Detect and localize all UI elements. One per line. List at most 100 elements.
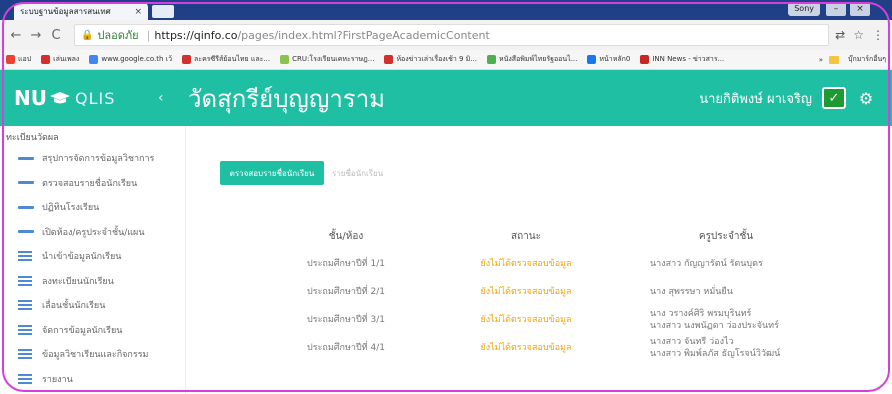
sidebar-item[interactable]: ลงทะเบียนนักเรียน: [0, 269, 185, 294]
bookmark-favicon-icon: [182, 55, 192, 64]
security-label: ปลอดภัย: [97, 29, 139, 42]
reload-icon[interactable]: C: [48, 28, 64, 43]
bookmark-label: เล่นเพลง: [53, 55, 80, 63]
bookmark-item[interactable]: www.google.co.th เว้: [89, 54, 172, 65]
sidebar-item-label: เลื่อนชั้นนักเรียน: [42, 301, 106, 312]
bookmarks-overflow: » บุ๊กมาร์กอื่นๆ: [819, 54, 886, 65]
browser-tab-strip: ระบบฐานข้อมูลสารสนเทศ × Sony – ×: [0, 0, 892, 20]
list-icon: [18, 373, 32, 384]
status-cell[interactable]: ยังไม่ได้ตรวจสอบข้อมูล: [446, 278, 606, 306]
bookmark-item[interactable]: หน้าหลัก0: [587, 54, 630, 65]
bookmark-list: แอป เล่นเพลง www.google.co.th เว้ ละครซีรีส…: [6, 54, 734, 65]
dash-icon: [18, 230, 34, 234]
user-name[interactable]: นายกิติพงษ์ ผาเจริญ: [699, 88, 812, 109]
bookmark-item[interactable]: แอป: [6, 54, 31, 65]
sidebar-section-title: ทะเบียนวัดผล: [6, 133, 59, 143]
tab-close-icon[interactable]: ×: [134, 7, 142, 17]
teacher-name: นางสาว นงพนัฏดา ว่องประจันทร์: [650, 321, 779, 331]
bookmark-favicon-icon: [280, 55, 290, 64]
teacher-cell: นางสาว จันทรี ว่องไว นางสาว พิมพ์ลภัส ธัญ…: [606, 334, 846, 362]
table-row[interactable]: ประถมศึกษาปีที่ 4/1 ยังไม่ได้ตรวจสอบข้อมู…: [246, 334, 846, 362]
bookmark-favicon-icon: [486, 55, 496, 64]
sidebar-item[interactable]: สรุปการจัดการข้อมูลวิชาการ: [0, 146, 185, 171]
bookmark-item[interactable]: เล่นเพลง: [41, 54, 79, 65]
class-cell: ประถมศึกษาปีที่ 3/1: [307, 315, 385, 325]
forward-arrow-icon[interactable]: →: [28, 28, 44, 43]
page-title: วัดสุกรีย์บุญญาราม: [188, 84, 385, 113]
sidebar-item[interactable]: ปฏิทินโรงเรียน: [0, 195, 185, 220]
bookmarks-more-icon[interactable]: »: [819, 56, 823, 64]
bookmark-item[interactable]: CRU:โรงเรียนเคหะราษฎ...: [280, 54, 374, 65]
status-cell[interactable]: ยังไม่ได้ตรวจสอบข้อมูล: [446, 306, 606, 334]
list-icon: [18, 275, 32, 286]
browser-tab[interactable]: ระบบฐานข้อมูลสารสนเทศ ×: [14, 3, 148, 20]
sidebar-menu: สรุปการจัดการข้อมูลวิชาการตรวจสอบรายชื่อ…: [0, 146, 185, 391]
bookmark-favicon-icon: [6, 55, 15, 64]
student-names-button[interactable]: รายชื่อนักเรียน: [332, 161, 383, 185]
browser-menu-icon[interactable]: ⋮: [872, 28, 884, 42]
url-input[interactable]: 🔒 ปลอดภัย | https://qinfo.co/pages/index…: [74, 24, 830, 46]
sidebar-item[interactable]: ตรวจสอบรายชื่อนักเรียน: [0, 171, 185, 196]
table-row[interactable]: ประถมศึกษาปีที่ 1/1 ยังไม่ได้ตรวจสอบข้อมู…: [246, 250, 846, 278]
sidebar-collapse-icon[interactable]: ‹: [158, 90, 164, 106]
teacher-name: นางสาว จันทรี ว่องไว: [650, 337, 734, 347]
teacher-name: นาง วรางค์ศิริ พรมบุรินทร์: [650, 309, 752, 319]
teacher-cell: นาง สุพรรษา หมั่นยืน: [606, 278, 846, 306]
sidebar: ทะเบียนวัดผล สรุปการจัดการข้อมูลวิชาการต…: [0, 126, 186, 394]
brand-logo[interactable]: NU QLIS ‹: [0, 70, 188, 126]
close-window-button[interactable]: ×: [850, 2, 870, 16]
sidebar-item[interactable]: รายงาน: [0, 367, 185, 392]
sidebar-item-label: ลงทะเบียนนักเรียน: [42, 276, 114, 287]
bookmark-item[interactable]: INN News - ข่าวสาร...: [640, 54, 724, 65]
sidebar-item[interactable]: เปิดห้อง/ครูประจำชั้น/แผน: [0, 220, 185, 245]
teacher-cell: นางสาว กัญญารัตน์ รัตนบุตร: [606, 250, 846, 278]
class-cell: ประถมศึกษาปีที่ 4/1: [307, 343, 385, 353]
teacher-cell: นาง วรางค์ศิริ พรมบุรินทร์นางสาว นงพนัฏด…: [606, 306, 846, 334]
minimize-window-button[interactable]: –: [826, 2, 846, 16]
sidebar-item[interactable]: จัดการข้อมูลนักเรียน: [0, 318, 185, 343]
status-cell[interactable]: ยังไม่ได้ตรวจสอบข้อมูล: [446, 334, 606, 362]
bookmark-label: ละครซีรีส์ย้อนไทย และ...: [194, 55, 271, 63]
sidebar-item[interactable]: ข้อมูลวิชาเรียนและกิจกรรม: [0, 342, 185, 367]
bookmark-favicon-icon: [41, 55, 51, 64]
sidebar-item[interactable]: นำเข้าข้อมูลนักเรียน: [0, 244, 185, 269]
dash-icon: [18, 181, 34, 185]
logo-qlis-text: QLIS: [74, 88, 116, 108]
list-icon: [18, 349, 32, 360]
sidebar-item[interactable]: เลื่อนชั้นนักเรียน: [0, 293, 185, 318]
sidebar-item-label: รายงาน: [42, 374, 73, 385]
bookmark-item[interactable]: ห้องข่าวเล่าเรื่องเช้า 9 มิ...: [384, 54, 477, 65]
bookmark-favicon-icon: [89, 55, 99, 64]
url-path: /pages/index.html?FirstPageAcademicConte…: [237, 28, 490, 42]
url-host: https://qinfo.co: [154, 28, 238, 42]
bookmark-label: INN News - ข่าวสาร...: [652, 55, 725, 63]
status-cell[interactable]: ยังไม่ได้ตรวจสอบข้อมูล: [446, 250, 606, 278]
table-row[interactable]: ประถมศึกษาปีที่ 2/1 ยังไม่ได้ตรวจสอบข้อมู…: [246, 278, 846, 306]
teacher-name: นางสาว กัญญารัตน์ รัตนบุตร: [650, 259, 763, 269]
sidebar-item-label: เปิดห้อง/ครูประจำชั้น/แผน: [42, 227, 145, 238]
lock-icon: 🔒: [81, 29, 94, 41]
sidebar-item-label: ปฏิทินโรงเรียน: [42, 203, 100, 214]
profile-chip[interactable]: Sony: [788, 2, 820, 16]
verify-students-button[interactable]: ตรวจสอบรายชื่อนักเรียน: [220, 161, 324, 185]
bookmark-star-icon[interactable]: ☆: [853, 28, 864, 42]
dash-icon: [18, 205, 34, 209]
gear-icon[interactable]: ⚙: [854, 87, 878, 109]
class-cell: ประถมศึกษาปีที่ 2/1: [307, 287, 385, 297]
column-header-status: สถานะ: [511, 230, 541, 242]
new-tab-button[interactable]: [152, 5, 174, 18]
table-header-row: ชั้น/ห้อง สถานะ ครูประจำชั้น: [246, 222, 846, 250]
check-icon[interactable]: ✓: [822, 87, 846, 109]
back-arrow-icon[interactable]: ←: [8, 28, 24, 43]
translate-icon[interactable]: ⇄: [835, 28, 845, 42]
bookmark-item[interactable]: หนังสือพิมพ์ไทยรัฐออนไ...: [486, 54, 577, 65]
list-icon: [18, 324, 32, 335]
url-separator: |: [146, 28, 151, 42]
table-row[interactable]: ประถมศึกษาปีที่ 3/1 ยังไม่ได้ตรวจสอบข้อมู…: [246, 306, 846, 334]
sidebar-item-label: ตรวจสอบรายชื่อนักเรียน: [42, 178, 138, 189]
column-header-teacher: ครูประจำชั้น: [698, 230, 754, 242]
list-icon: [18, 300, 32, 311]
bookmark-favicon-icon: [384, 55, 394, 64]
other-bookmarks-folder[interactable]: บุ๊กมาร์กอื่นๆ: [848, 54, 886, 65]
bookmark-item[interactable]: ละครซีรีส์ย้อนไทย และ...: [182, 54, 270, 65]
